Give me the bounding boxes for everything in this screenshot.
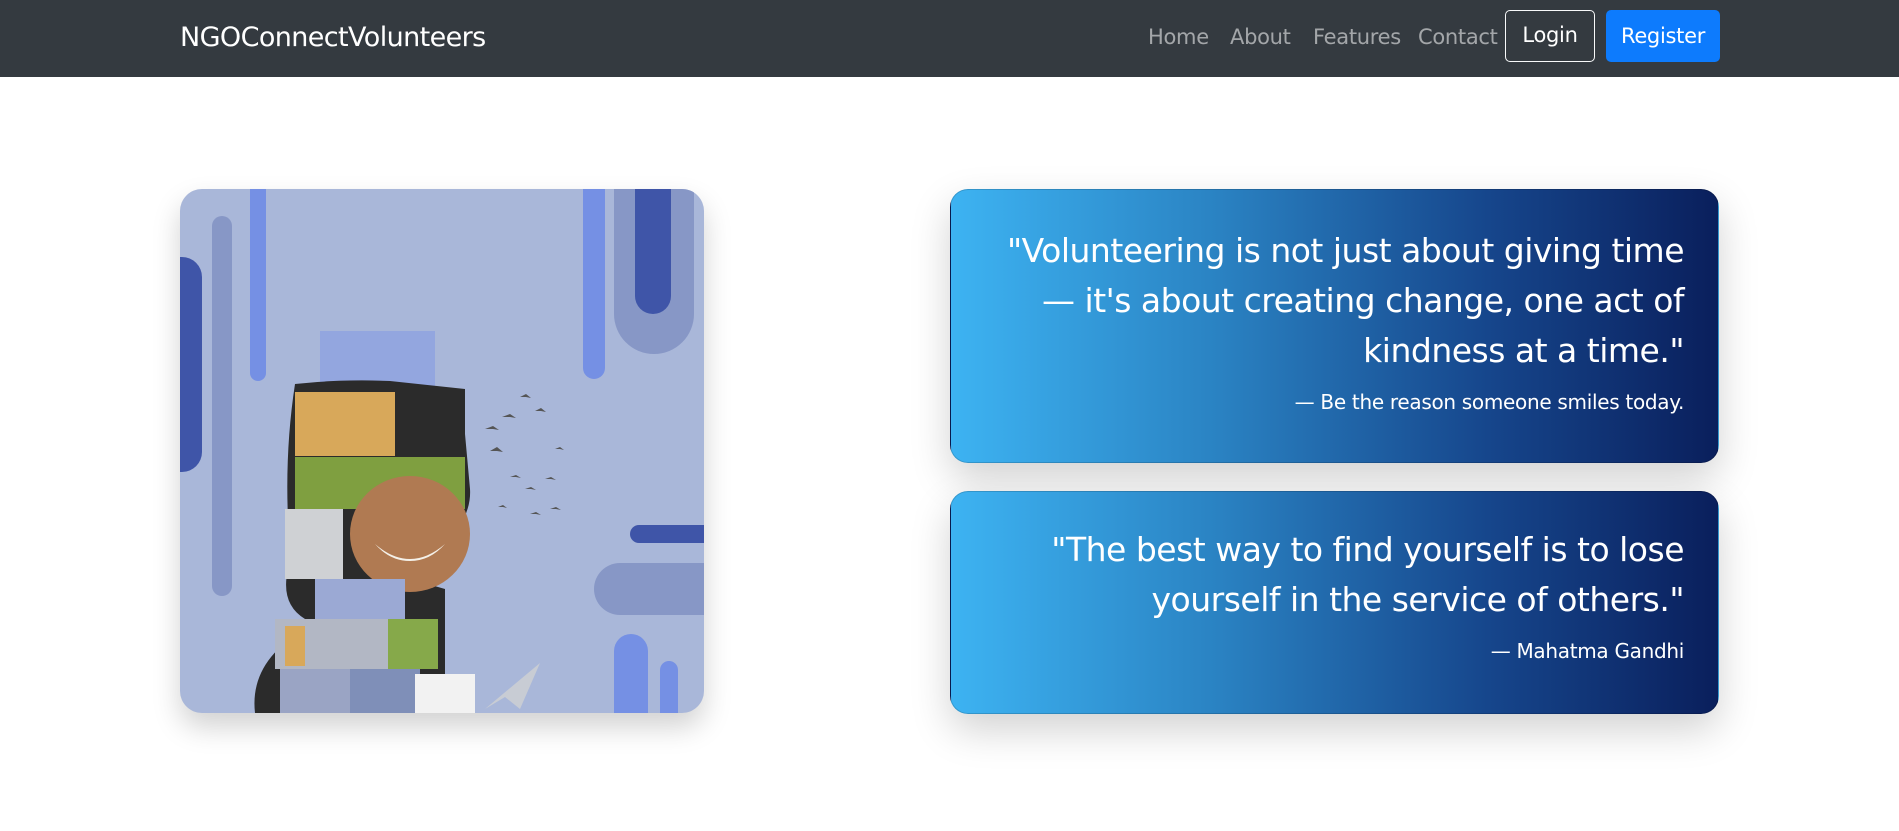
quote-text: "Volunteering is not just about giving t… bbox=[1006, 231, 1685, 370]
quote-card: "Volunteering is not just about giving t… bbox=[950, 189, 1719, 463]
quote-card: "The best way to find yourself is to los… bbox=[950, 491, 1719, 714]
navbar: NGOConnectVolunteers Home About Features… bbox=[0, 0, 1899, 77]
brand-logo-link[interactable]: NGOConnectVolunteers bbox=[180, 22, 486, 53]
nav-link-home[interactable]: Home bbox=[1148, 25, 1209, 49]
nav-link-contact[interactable]: Contact bbox=[1418, 25, 1498, 49]
nav-link-about[interactable]: About bbox=[1230, 25, 1291, 49]
quote-author: — Mahatma Gandhi bbox=[1490, 639, 1685, 663]
collage-illustration bbox=[180, 189, 704, 713]
quote-author: — Be the reason someone smiles today. bbox=[1294, 390, 1685, 414]
register-button[interactable]: Register bbox=[1606, 10, 1720, 62]
login-button[interactable]: Login bbox=[1505, 10, 1595, 62]
quote-text: "The best way to find yourself is to los… bbox=[1051, 530, 1684, 619]
volunteer-collage-image bbox=[180, 189, 704, 713]
nav-link-features[interactable]: Features bbox=[1313, 25, 1401, 49]
